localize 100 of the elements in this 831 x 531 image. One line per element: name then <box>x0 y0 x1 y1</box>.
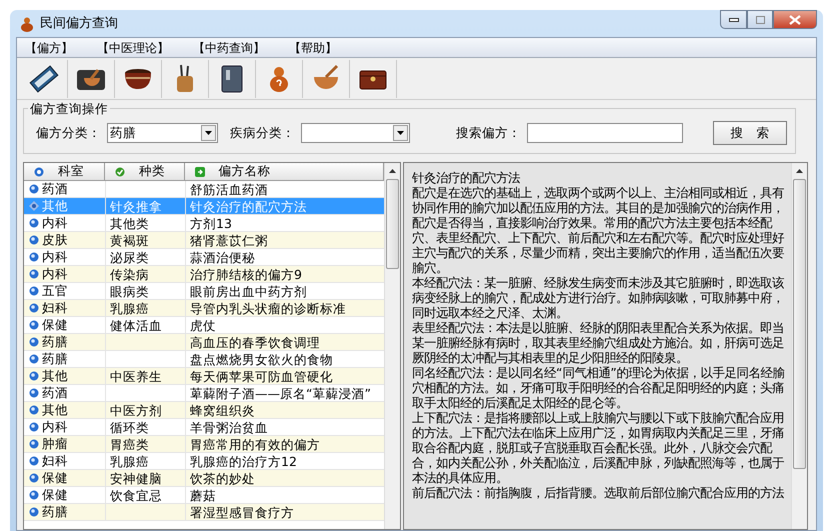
detail-paragraph: 本经配穴法：某一脏腑、经脉发生病变而未涉及其它脏腑时，即选取该病变经脉上的腧穴，配成处方进行治疗。如肺病咳嗽，可取肺募中府，同时远取本经之尺泽、太渊。 <box>412 276 785 321</box>
dot-icon <box>29 405 39 415</box>
table-cell: 乳腺癌 <box>110 301 149 316</box>
field-label: 疾病分类： <box>230 124 295 142</box>
table-cell: 乳腺癌 <box>110 454 149 469</box>
up-arrow-icon <box>796 169 803 173</box>
dot-icon <box>29 320 39 330</box>
table-cell: 胃癌类 <box>110 437 149 452</box>
table-cell: 黄褐斑 <box>110 233 149 248</box>
table-row[interactable]: 其他 中医方剂 蜂窝组织炎 <box>24 402 384 419</box>
dot-icon <box>29 337 39 347</box>
table-row[interactable]: 其他 中医养生 每天俩苹果可防血管硬化 <box>24 368 384 385</box>
dot-icon <box>29 218 39 228</box>
detail-paragraph: 前后配穴法：前指胸腹，后指背腰。选取前后部位腧穴配合应用的方法 <box>412 486 785 501</box>
table-row[interactable]: 保健 安神健脑 饮茶的妙处 <box>24 470 384 487</box>
table-row[interactable]: 皮肤 黄褐斑 猪肾薏苡仁粥 <box>24 232 384 249</box>
table-cell: 蘑菇 <box>190 488 216 503</box>
table-cell: 方剂13 <box>190 216 232 231</box>
table-cell: 妇科 <box>42 453 68 469</box>
table-row[interactable]: 肿瘤 胃癌类 胃癌常用的有效的偏方 <box>24 436 384 453</box>
table-row[interactable]: 内科 传染病 治疗肺结核的偏方9 <box>24 266 384 283</box>
scrollbar-thumb[interactable] <box>386 179 399 269</box>
minimize-button[interactable] <box>720 10 747 29</box>
close-icon <box>789 14 801 24</box>
menu-item[interactable]: 【中药查询】 <box>191 38 267 56</box>
maximize-icon <box>756 16 764 24</box>
table-cell: 其他 <box>42 198 68 214</box>
table-cell: 饮食宜忌 <box>110 488 162 503</box>
table-cell: 盘点燃烧男女欲火的食物 <box>190 352 333 367</box>
dot-icon <box>29 507 39 517</box>
window-title: 民间偏方查询 <box>40 14 118 33</box>
table-cell: 治疗肺结核的偏方9 <box>190 267 302 282</box>
search-button[interactable]: 搜 索 <box>713 121 787 145</box>
check-icon <box>114 166 125 176</box>
dropdown-button[interactable] <box>393 125 408 141</box>
detail-paragraph: 配穴是在选穴的基础上，选取两个或两个以上、主治相同或相近，具有协同作用的腧穴加以配伍应用的方法。其目的是加强腧穴的治病作用，配穴是否得当，直接影响治疗效果。常用的配穴方法主要包括本经配穴、表里经配穴、上下配穴、前后配穴和左右配穴等。配穴时应处理好主穴与配穴的关系，尽量少而精，突出主要腧穴的作用，适当配伍次要腧穴。 <box>412 186 785 276</box>
scrollbar[interactable] <box>384 163 400 529</box>
table-cell: 乳腺癌的治疗方12 <box>190 454 297 469</box>
table-cell: 药膳 <box>42 504 68 520</box>
table-cell: 针灸治疗的配穴方法 <box>190 199 307 214</box>
table-cell: 健体活血 <box>110 318 162 333</box>
dot-icon <box>29 354 39 364</box>
table-cell: 五官 <box>42 283 68 299</box>
table-cell: 高血压的春季饮食调理 <box>190 335 320 350</box>
detail-paragraph: 上下配穴法：是指将腰部以上或上肢腧穴与腰以下或下肢腧穴配合应用的方法。上下配穴法在临床上应用广泛，如胃病取内关配足三里，牙痛取合谷配内庭，脱肛或子宫脱垂取百会配长强。此外，八脉交会穴配合，如内关配公孙，外关配临泣，后溪配申脉，列缺配照海等，也属于本法的具体应用。 <box>412 411 785 486</box>
scrollbar-thumb[interactable] <box>793 179 806 469</box>
field-label: 搜索偏方： <box>456 124 522 142</box>
menu-item[interactable]: 【偏方】 <box>23 38 75 56</box>
info-icon <box>34 166 44 176</box>
menu-item[interactable]: 【中医理论】 <box>95 38 171 56</box>
table-cell: 药酒 <box>42 385 68 401</box>
maximize-button[interactable] <box>747 10 773 29</box>
table-cell: 保健 <box>42 317 68 333</box>
menu-item[interactable]: 【帮助】 <box>287 38 339 56</box>
table-cell: 保健 <box>42 470 68 486</box>
table-cell: 内科 <box>42 215 68 231</box>
dot-icon <box>29 422 39 432</box>
table-cell: 妇科 <box>42 300 68 316</box>
dot-icon <box>29 439 39 449</box>
table-cell: 署湿型感冒食疗方 <box>190 505 294 520</box>
table-cell: 眼病类 <box>110 284 149 299</box>
close-button[interactable] <box>773 10 817 29</box>
table-cell: 肿瘤 <box>42 436 68 452</box>
table-cell: 针灸推拿 <box>110 199 162 214</box>
column-header[interactable]: 种类 <box>104 163 185 180</box>
dot-icon <box>29 490 39 500</box>
table-row[interactable]: 药膳 署湿型感冒食疗方 <box>24 504 384 521</box>
table-cell: 中医养生 <box>110 369 162 384</box>
table-cell: 内科 <box>42 249 68 265</box>
table-cell: 保健 <box>42 487 68 503</box>
column-header[interactable]: 科室 <box>24 163 105 180</box>
caret-icon <box>204 131 212 135</box>
category-dropdown[interactable]: 药膳 <box>107 123 218 143</box>
dot-icon <box>29 286 39 296</box>
caret-icon <box>397 131 404 135</box>
dot-icon <box>29 269 39 279</box>
table-row[interactable]: 药膳 高血压的春季饮食调理 <box>24 334 384 351</box>
detail-title: 针灸治疗的配穴方法 <box>412 171 521 186</box>
dot-icon <box>29 456 39 466</box>
search-field[interactable] <box>527 123 684 143</box>
dot-icon <box>29 235 39 245</box>
table-cell: 蒜酒治便秘 <box>190 250 255 265</box>
table-cell: 皮肤 <box>42 232 68 248</box>
table-cell: 循环类 <box>110 420 149 435</box>
table-cell: 药膳 <box>42 334 68 350</box>
up-arrow-icon <box>389 169 396 173</box>
table-cell: 中医方剂 <box>110 403 162 418</box>
table-cell: 眼前房出血中药方剂 <box>190 284 307 299</box>
table-cell: 萆薢附子酒——原名“萆薢浸酒” <box>190 386 371 401</box>
dot-icon <box>29 473 39 483</box>
scrollbar[interactable] <box>791 163 807 529</box>
dropdown-button[interactable] <box>200 125 216 141</box>
table-row[interactable]: 妇科 乳腺癌 导管内乳头状瘤的诊断标准 <box>24 300 384 317</box>
table-cell: 胃癌常用的有效的偏方 <box>190 437 320 452</box>
table-cell: 内科 <box>42 266 68 282</box>
table-cell: 其他 <box>42 368 68 384</box>
dot-icon <box>29 252 39 262</box>
table-cell: 其他 <box>42 402 68 418</box>
table-cell: 药膳 <box>42 351 68 367</box>
table-cell: 每天俩苹果可防血管硬化 <box>190 369 333 384</box>
